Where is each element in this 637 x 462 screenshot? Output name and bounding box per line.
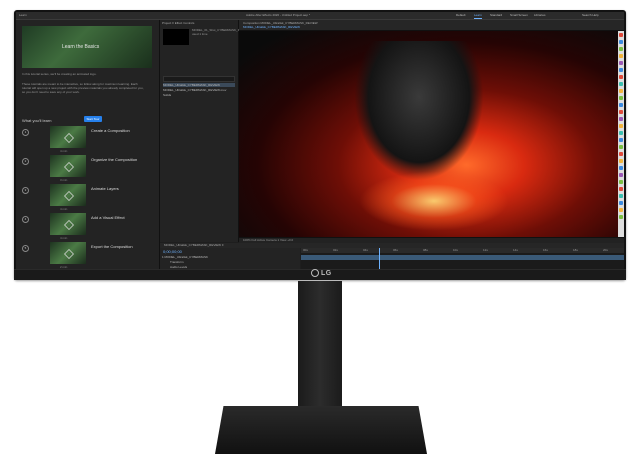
timeline-layer[interactable]: 1 MODEL_Ultralisk_CYBERMASK [162, 255, 208, 259]
robot-face-image [354, 41, 484, 181]
project-panel: Project ≡ Effect Controls MODEL_01_Shot_… [160, 20, 257, 242]
monitor-stand-neck [298, 281, 342, 413]
dock-icons [618, 31, 624, 237]
ruler-tick: 10s [453, 248, 458, 252]
lesson-item[interactable]: 1 Create a Composition 4 min [20, 126, 155, 153]
lesson-duration: 4 min [60, 149, 68, 153]
lg-logo: LG [311, 269, 332, 277]
lesson-thumbnail [50, 242, 86, 264]
ruler-tick: 16s [543, 248, 548, 252]
timeline-property[interactable]: Transform [170, 260, 184, 264]
lesson-thumbnail [50, 126, 86, 148]
project-item[interactable]: MODEL_Ultralisk_CYBERMASK_REVIEW [163, 83, 235, 87]
learn-panel-title: Learn [19, 13, 27, 17]
intro-text: In this tutorial series, we'll be creati… [22, 72, 97, 76]
lesson-title: Create a Composition [91, 128, 130, 133]
timeline-tab[interactable]: MODEL_Ultralisk_CYBERMASK_REVIEW ≡ [164, 243, 224, 247]
project-tabs[interactable]: Project ≡ Effect Controls [162, 21, 194, 25]
project-item[interactable]: Solids [163, 93, 235, 97]
lesson-title: Animate Layers [91, 186, 119, 191]
lesson-number: 5 [22, 245, 29, 252]
ruler-tick: 20s [603, 248, 608, 252]
lesson-number: 4 [22, 216, 29, 223]
intro-detail: These tutorials are meant to be interact… [22, 82, 144, 94]
lesson-thumbnail [50, 184, 86, 206]
timecode[interactable]: 0;00;00;00 [163, 249, 182, 254]
workspace-default[interactable]: Default [456, 13, 466, 18]
layer-duration-bar[interactable] [301, 255, 624, 260]
what-youll-learn-heading: What you'll learn [22, 118, 52, 123]
timeline-layer-panel: 0;00;00;00 1 MODEL_Ultralisk_CYBERMASK T… [160, 248, 300, 270]
lesson-number: 3 [22, 187, 29, 194]
viewer-toolbar-text: 100% Full Active Camera 1 View +0.0 [243, 238, 294, 242]
menubar: Learn Adobe After Effects 2020 - Untitle… [16, 12, 624, 20]
project-search-input[interactable] [163, 76, 235, 82]
ruler-tick: 12s [483, 248, 488, 252]
playhead[interactable] [379, 248, 380, 270]
workspace-libraries[interactable]: Libraries [534, 13, 546, 18]
project-item[interactable]: MODEL_Ultralisk_CYBERMASK_REVIEW.mov [163, 88, 235, 92]
lesson-title: Add a Visual Effect [91, 215, 125, 220]
lesson-duration: 4 min [60, 236, 68, 240]
lesson-item[interactable]: 4 Add a Visual Effect 4 min [20, 213, 155, 240]
window-title: Adobe After Effects 2020 - Untitled Proj… [246, 13, 310, 17]
lesson-duration: 4 min [60, 207, 68, 211]
start-tour-button[interactable]: Start Tour [84, 116, 102, 122]
monitor: Learn Adobe After Effects 2020 - Untitle… [14, 10, 626, 280]
workspace-small-screen[interactable]: Small Screen [510, 13, 528, 18]
timeline-track-area[interactable]: 00s 02s 04s 06s 08s 10s 12s 14s 16s 18s … [301, 248, 624, 270]
lesson-thumbnail [50, 155, 86, 177]
ruler-tick: 14s [513, 248, 518, 252]
ruler-tick: 00s [303, 248, 308, 252]
monitor-stand-base [215, 406, 427, 454]
lesson-number: 2 [22, 158, 29, 165]
lesson-item[interactable]: 5 Export the Composition 2 min [20, 242, 155, 269]
composition-name[interactable]: MODEL_Ultralisk_CYBERMASK_REVIEW [243, 25, 300, 29]
workspace-learn[interactable]: Learn [474, 13, 482, 19]
lesson-number: 1 [22, 129, 29, 136]
lesson-thumbnail [50, 213, 86, 235]
fire-glow-image [359, 171, 509, 231]
ruler-tick: 06s [393, 248, 398, 252]
composition-viewer[interactable] [239, 31, 618, 237]
project-preview-info: MODEL_01_Shot_CYBERMASK_REVIEW.mov, used… [192, 28, 257, 36]
ruler-tick: 04s [363, 248, 368, 252]
hero-title: Learn the Basics [62, 44, 100, 50]
project-preview-thumbnail [163, 29, 189, 45]
composition-tab-bar: Composition MODEL_Ultralisk_CYBERMASK_RE… [239, 20, 624, 31]
time-ruler[interactable]: 00s 02s 04s 06s 08s 10s 12s 14s 16s 18s … [301, 248, 624, 253]
lesson-item[interactable]: 2 Organize the Composition 3 min [20, 155, 155, 182]
lesson-title: Organize the Composition [91, 157, 138, 162]
learn-panel: Learn the Basics In this tutorial series… [16, 20, 160, 270]
screen: Learn Adobe After Effects 2020 - Untitle… [16, 12, 624, 270]
workspace-standard[interactable]: Standard [490, 13, 502, 18]
ruler-tick: 02s [333, 248, 338, 252]
lesson-duration: 3 min [60, 178, 68, 182]
lesson-item[interactable]: 3 Animate Layers 4 min [20, 184, 155, 211]
monitor-chin: LG [14, 269, 626, 280]
search-help-input[interactable]: Search Help [582, 13, 599, 18]
ruler-tick: 08s [423, 248, 428, 252]
lesson-title: Export the Composition [91, 244, 133, 249]
ruler-tick: 18s [573, 248, 578, 252]
hero-image: Learn the Basics [22, 26, 152, 68]
